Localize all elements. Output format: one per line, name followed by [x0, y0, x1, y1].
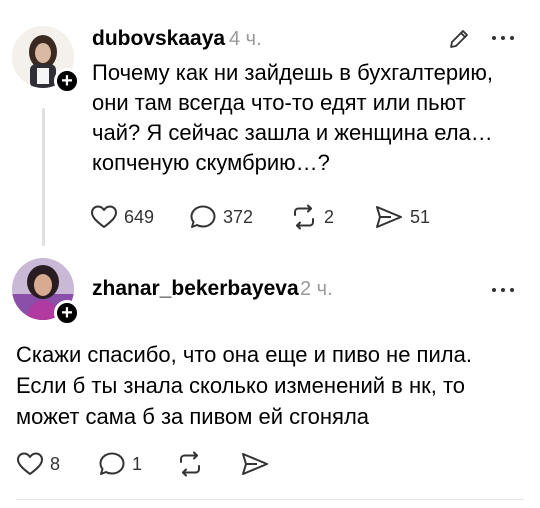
author-avatar-wrapper[interactable]: +: [12, 258, 80, 326]
comment-bubble-icon: [99, 452, 125, 475]
more-dots-icon: [492, 288, 514, 292]
pencil-icon: [450, 30, 468, 48]
follow-button[interactable]: +: [54, 68, 80, 94]
repost-count: 2: [324, 206, 335, 227]
repost-icon: [294, 204, 314, 230]
comment-count: 1: [132, 453, 143, 474]
share-button[interactable]: [240, 451, 270, 477]
share-button[interactable]: 51: [374, 204, 430, 230]
post-timestamp: 4 ч.: [229, 28, 262, 50]
like-count: 8: [50, 453, 61, 474]
more-dots-icon: [492, 36, 514, 40]
plus-icon: +: [61, 302, 73, 324]
comment-button[interactable]: 1: [98, 451, 142, 477]
send-icon: [376, 206, 402, 228]
share-count: 51: [410, 206, 431, 227]
send-icon: [242, 453, 268, 475]
post-dubovskaaya: + dubovskaaya 4 ч. Почему как ни зайдешь…: [0, 0, 540, 250]
more-options-button[interactable]: [488, 28, 518, 48]
comment-count: 372: [223, 206, 254, 227]
like-button[interactable]: 8: [16, 451, 60, 477]
repost-button[interactable]: [176, 451, 204, 477]
heart-icon: [91, 205, 117, 228]
comment-bubble-icon: [190, 205, 216, 228]
like-button[interactable]: 649: [90, 204, 154, 230]
author-avatar-wrapper[interactable]: +: [12, 26, 80, 94]
post-divider: [16, 499, 524, 500]
thread-connector-line: [42, 108, 45, 246]
like-count: 649: [124, 206, 155, 227]
comment-button[interactable]: 372: [189, 204, 253, 230]
follow-button[interactable]: +: [54, 300, 80, 326]
post-username[interactable]: zhanar_bekerbayeva: [92, 277, 299, 301]
heart-icon: [17, 452, 43, 475]
edit-button[interactable]: [446, 26, 472, 52]
post-username[interactable]: dubovskaaya: [92, 27, 225, 51]
post-text: Почему как ни зайдешь в бухгалтерию, они…: [92, 60, 494, 175]
post-zhanar-bekerbayeva: + zhanar_bekerbayeva 2 ч. Скажи спасибо,…: [0, 250, 540, 508]
post-timestamp: 2 ч.: [300, 278, 333, 300]
repost-icon: [180, 451, 200, 477]
more-options-button[interactable]: [488, 280, 518, 300]
post-text: Скажи спасибо, что она еще и пиво не пил…: [16, 342, 472, 429]
plus-icon: +: [61, 70, 73, 92]
repost-button[interactable]: 2: [290, 204, 334, 230]
